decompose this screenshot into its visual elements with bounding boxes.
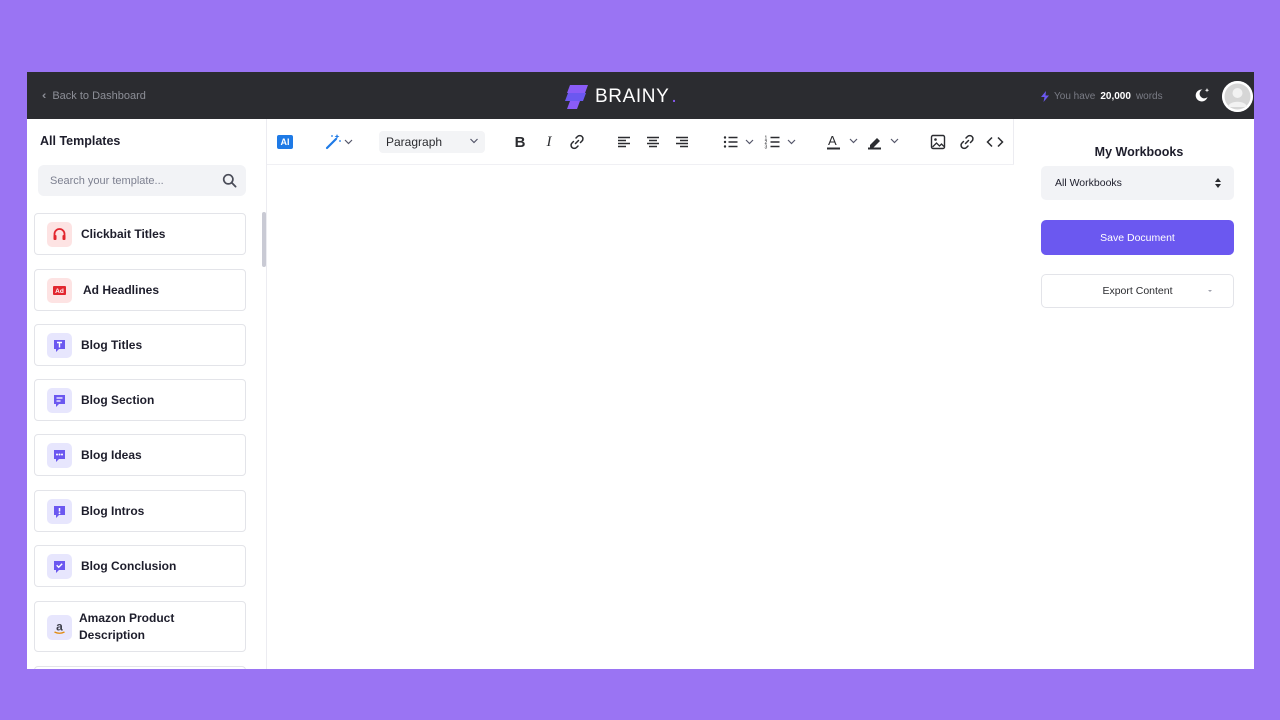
numbered-list-dropdown[interactable]: 1 2 3 bbox=[764, 131, 800, 153]
moon-sparkle-icon bbox=[1195, 88, 1210, 102]
brand-logo[interactable]: BRAINY . bbox=[564, 84, 677, 110]
message-lines-icon bbox=[47, 388, 72, 413]
logo-mark-icon bbox=[565, 85, 588, 109]
insert-image-button[interactable] bbox=[929, 131, 947, 153]
app-window: ‹‹ Back to Dashboard BRAINY . You have 2… bbox=[27, 72, 1254, 669]
bold-icon: B bbox=[514, 133, 526, 151]
template-label: Ad Headlines bbox=[83, 283, 160, 297]
bullet-list-dropdown[interactable] bbox=[722, 131, 758, 153]
chat-dots-icon bbox=[47, 443, 72, 468]
back-link-label: Back to Dashboard bbox=[52, 90, 146, 102]
template-blog-intros[interactable]: Blog Intros bbox=[34, 490, 246, 532]
svg-text:3: 3 bbox=[765, 145, 768, 151]
template-blog-ideas[interactable]: Blog Ideas bbox=[34, 434, 246, 476]
align-right-button[interactable] bbox=[673, 131, 691, 153]
title-icon bbox=[47, 333, 72, 358]
exclamation-icon bbox=[47, 499, 72, 524]
words-prefix: You have bbox=[1054, 90, 1096, 102]
align-left-button[interactable] bbox=[615, 131, 633, 153]
align-center-icon bbox=[647, 136, 659, 148]
theme-toggle-button[interactable] bbox=[1192, 86, 1212, 106]
numbered-list-icon: 1 2 3 bbox=[765, 136, 796, 151]
back-to-dashboard-link[interactable]: ‹‹ Back to Dashboard bbox=[42, 89, 146, 103]
text-color-dropdown[interactable]: A bbox=[826, 131, 862, 153]
up-down-caret-icon bbox=[1215, 178, 1221, 188]
highlighter-icon bbox=[868, 138, 899, 150]
link-icon bbox=[960, 134, 974, 150]
sidebar-scrollbar[interactable] bbox=[262, 212, 266, 267]
top-bar: ‹‹ Back to Dashboard BRAINY . You have 2… bbox=[27, 72, 1254, 119]
template-label: Amazon Product Description bbox=[79, 611, 175, 642]
paragraph-style-value: Paragraph bbox=[386, 135, 443, 149]
template-ad-headlines[interactable]: Ad Ad Headlines bbox=[34, 269, 246, 311]
italic-icon: I bbox=[546, 133, 552, 150]
link-button[interactable] bbox=[567, 131, 587, 153]
logo-text: BRAINY bbox=[595, 86, 670, 107]
export-content-label: Export Content bbox=[1102, 285, 1173, 297]
workbook-select-value: All Workbooks bbox=[1055, 177, 1122, 189]
template-label: Clickbait Titles bbox=[81, 227, 166, 241]
template-label: Blog Ideas bbox=[81, 448, 142, 462]
words-count: 20,000 bbox=[1100, 90, 1131, 102]
templates-title: All Templates bbox=[40, 134, 121, 148]
ad-icon: Ad bbox=[47, 278, 72, 303]
svg-text:A: A bbox=[828, 133, 837, 148]
caret-down-icon bbox=[1208, 290, 1212, 292]
template-next-partial[interactable] bbox=[34, 666, 246, 669]
editor-toolbar: AI Paragraph B I 1 2 3 A bbox=[267, 119, 1014, 165]
image-icon bbox=[930, 134, 946, 150]
code-icon bbox=[986, 136, 1004, 148]
align-right-icon bbox=[676, 136, 688, 148]
workbooks-panel: My Workbooks All Workbooks Save Document… bbox=[1015, 119, 1254, 669]
lightning-icon bbox=[1041, 90, 1049, 102]
magic-wand-icon bbox=[325, 134, 353, 150]
template-label: Blog Conclusion bbox=[81, 559, 177, 573]
align-left-icon bbox=[618, 136, 630, 148]
template-blog-titles[interactable]: Blog Titles bbox=[34, 324, 246, 366]
word-credits: You have 20,000 words bbox=[1041, 89, 1163, 103]
italic-button[interactable]: I bbox=[540, 131, 558, 153]
export-content-dropdown[interactable]: Export Content bbox=[1041, 274, 1234, 308]
code-view-button[interactable] bbox=[985, 131, 1005, 153]
template-search[interactable] bbox=[38, 165, 246, 196]
magic-wand-dropdown[interactable] bbox=[325, 131, 355, 153]
highlight-color-dropdown[interactable] bbox=[867, 131, 903, 153]
bullet-list-icon bbox=[723, 136, 754, 148]
search-icon[interactable] bbox=[222, 173, 237, 188]
bold-button[interactable]: B bbox=[511, 131, 529, 153]
logo-dot: . bbox=[671, 86, 677, 107]
svg-text:Ad: Ad bbox=[55, 288, 64, 295]
template-amazon-product-description[interactable]: a Amazon Product Description bbox=[34, 601, 246, 652]
insert-link-button[interactable] bbox=[957, 131, 977, 153]
paragraph-style-select[interactable]: Paragraph bbox=[379, 131, 485, 153]
link-icon bbox=[570, 134, 584, 150]
user-avatar[interactable] bbox=[1222, 81, 1253, 112]
document-editor-canvas[interactable] bbox=[267, 165, 1014, 669]
template-label: Blog Intros bbox=[81, 504, 145, 518]
template-label: Blog Section bbox=[81, 393, 155, 407]
chevron-down-icon bbox=[470, 138, 478, 144]
template-label: Blog Titles bbox=[81, 338, 143, 352]
text-color-icon: A bbox=[827, 133, 858, 150]
templates-sidebar: All Templates Clickbait Titles bbox=[27, 119, 267, 669]
search-input[interactable] bbox=[50, 165, 220, 196]
user-avatar-icon bbox=[1222, 81, 1253, 112]
headphones-icon bbox=[47, 222, 72, 247]
template-blog-conclusion[interactable]: Blog Conclusion bbox=[34, 545, 246, 587]
align-center-button[interactable] bbox=[644, 131, 662, 153]
svg-text:a: a bbox=[56, 620, 63, 634]
amazon-icon: a bbox=[47, 615, 72, 640]
save-document-button[interactable]: Save Document bbox=[1041, 220, 1234, 255]
words-suffix: words bbox=[1135, 90, 1163, 102]
check-message-icon bbox=[47, 554, 72, 579]
ai-assist-button[interactable]: AI bbox=[277, 135, 293, 149]
editor-area: AI Paragraph B I 1 2 3 A bbox=[267, 119, 1014, 669]
template-clickbait-titles[interactable]: Clickbait Titles bbox=[34, 213, 246, 255]
template-blog-section[interactable]: Blog Section bbox=[34, 379, 246, 421]
double-chevron-left-icon: ‹‹ bbox=[42, 90, 47, 102]
workbook-select[interactable]: All Workbooks bbox=[1041, 166, 1234, 200]
workbooks-title: My Workbooks bbox=[1094, 145, 1184, 159]
